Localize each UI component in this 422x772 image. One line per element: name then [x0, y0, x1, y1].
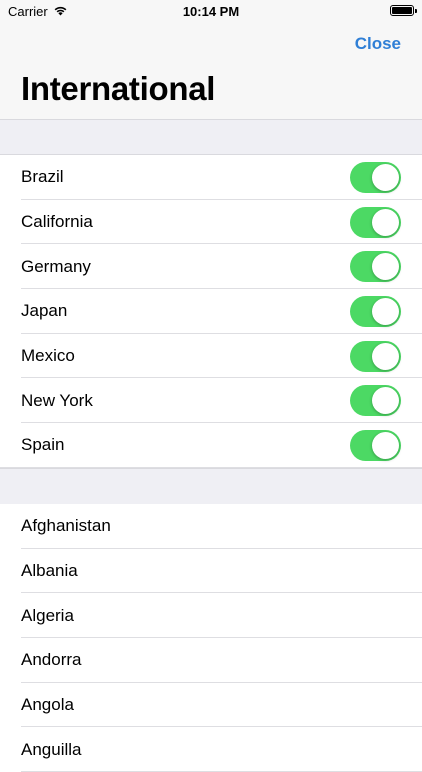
close-button[interactable]: Close: [355, 34, 401, 54]
list-item-label: Brazil: [21, 167, 64, 187]
list-item-label: Algeria: [21, 605, 74, 625]
list-item-label: California: [21, 212, 93, 232]
germany-toggle[interactable]: [350, 251, 401, 283]
list-item-label: Germany: [21, 256, 91, 276]
list-item[interactable]: Albania: [0, 549, 422, 594]
list-item-california: California: [0, 200, 422, 245]
spain-toggle[interactable]: [350, 430, 401, 462]
japan-toggle[interactable]: [350, 296, 401, 328]
status-bar: Carrier 10:14 PM: [0, 0, 422, 22]
list-item-spain: Spain: [0, 423, 422, 468]
section-spacer: [0, 120, 422, 155]
new-york-toggle[interactable]: [350, 385, 401, 417]
list-item-germany: Germany: [0, 244, 422, 289]
list-item[interactable]: Afghanistan: [0, 504, 422, 549]
list-item-label: Angola: [21, 695, 74, 715]
list-item-label: Japan: [21, 301, 68, 321]
status-time: 10:14 PM: [182, 4, 240, 19]
list-item-japan: Japan: [0, 289, 422, 334]
list-item[interactable]: Algeria: [0, 593, 422, 638]
list-item-label: Mexico: [21, 346, 75, 366]
california-toggle[interactable]: [350, 206, 401, 238]
list-item-label: New York: [21, 390, 93, 410]
list-item-label: Andorra: [21, 650, 82, 670]
list-item-new-york: New York: [0, 378, 422, 423]
section-spacer: [0, 468, 422, 505]
page-title: International: [21, 70, 216, 107]
battery-icon: [390, 5, 417, 16]
country-list: Afghanistan Albania Algeria Andorra Ango…: [0, 504, 422, 772]
list-item-label: Afghanistan: [21, 516, 111, 536]
list-item-label: Albania: [21, 561, 78, 581]
brazil-toggle[interactable]: [350, 162, 401, 193]
mexico-toggle[interactable]: [350, 340, 401, 372]
list-item-mexico: Mexico: [0, 334, 422, 379]
list-item-label: Spain: [21, 435, 65, 455]
list-item[interactable]: Andorra: [0, 638, 422, 683]
list-item-brazil: Brazil: [0, 155, 422, 200]
navigation-header: Close International: [0, 22, 422, 120]
region-toggle-list: Brazil California Germany Japan Mexico N…: [0, 155, 422, 468]
list-item[interactable]: Angola: [0, 683, 422, 728]
